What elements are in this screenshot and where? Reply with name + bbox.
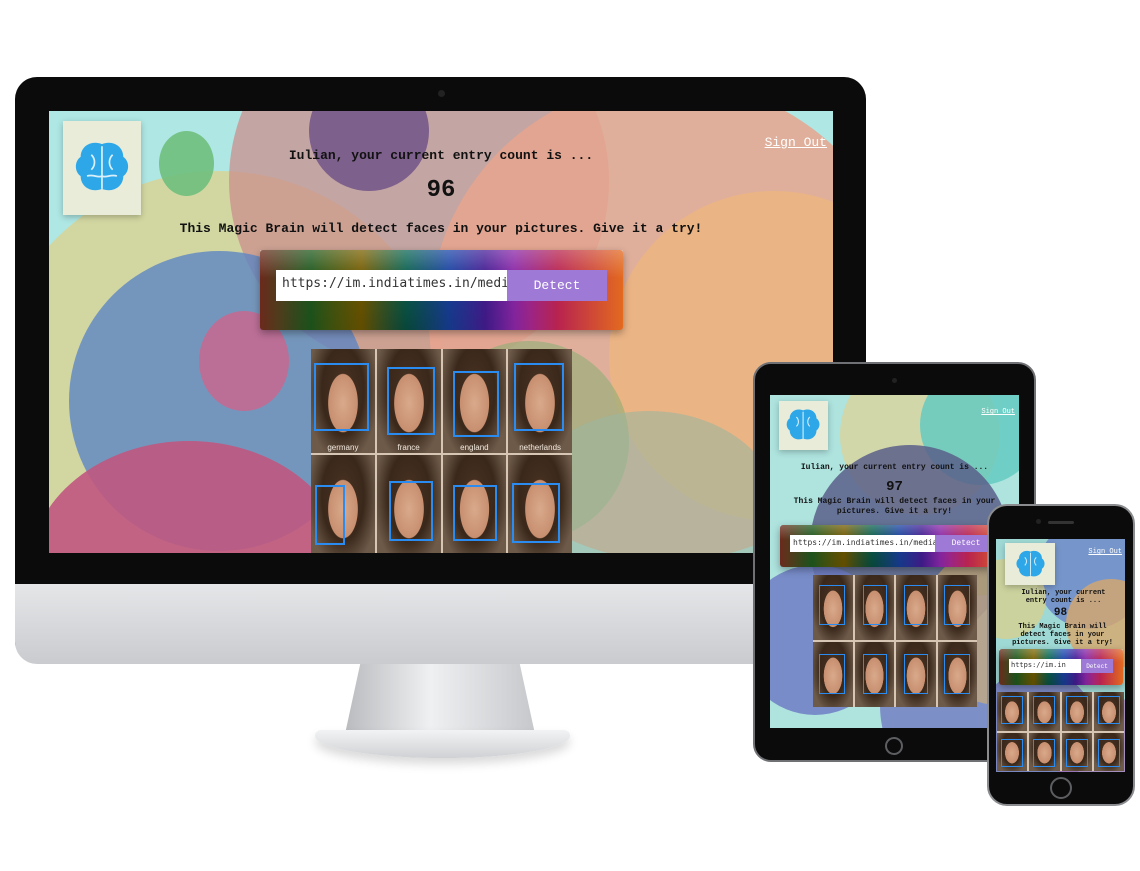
face-cell <box>854 575 894 640</box>
face-bounding-box <box>1097 738 1120 767</box>
image-url-form: https://im.indiatimes.in/media/ Detect <box>260 250 623 330</box>
face-cell <box>937 642 977 707</box>
sign-out-link[interactable]: Sign Out <box>981 408 1015 416</box>
face-bounding-box <box>904 654 928 694</box>
face-cell <box>813 642 853 707</box>
face-bounding-box <box>452 485 497 541</box>
face-cell: france <box>376 349 441 453</box>
face-cell: germany <box>311 349 375 453</box>
face-cell <box>854 642 894 707</box>
face-bounding-box <box>862 585 887 625</box>
sign-out-link[interactable]: Sign Out <box>1088 548 1122 556</box>
phone-home-button <box>1050 777 1072 799</box>
face-bounding-box <box>1001 696 1023 724</box>
face-cell <box>311 455 375 553</box>
face-caption: netherlands <box>519 443 562 452</box>
monitor-chin <box>15 584 866 664</box>
entry-count-value: 98 <box>1053 607 1068 619</box>
tagline: This Magic Brain will detect faces in yo… <box>179 221 703 236</box>
face-bounding-box <box>452 371 499 437</box>
face-bounding-box <box>386 367 435 435</box>
face-cell <box>813 575 853 640</box>
entry-count-label: Iulian, your current entry count is ... <box>1021 589 1106 605</box>
brain-logo[interactable] <box>1005 543 1055 585</box>
face-bounding-box <box>1033 738 1056 767</box>
entry-count-label: Iulian, your current entry count is ... <box>288 148 594 163</box>
phone-speaker <box>1048 521 1074 524</box>
monitor-camera <box>438 90 445 97</box>
face-bounding-box <box>388 481 433 541</box>
image-url-input[interactable]: https://im.indiatimes.in/media/ <box>790 535 935 552</box>
face-bounding-box <box>1033 696 1056 724</box>
phone-screen: Sign Out Iulian, your current entry coun… <box>996 539 1125 772</box>
face-caption: germany <box>327 443 359 452</box>
face-cell <box>1061 692 1092 731</box>
face-cell <box>1029 692 1060 731</box>
face-bounding-box <box>819 585 845 625</box>
tablet-screen: Sign Out Iulian, your current entry coun… <box>770 395 1019 728</box>
image-url-form: https://im.indiatimes.in/media/ Detect <box>780 525 1009 567</box>
face-bounding-box <box>512 483 561 543</box>
face-cell <box>896 575 936 640</box>
face-image <box>997 692 1124 771</box>
face-caption: england <box>460 443 489 452</box>
face-bounding-box <box>1065 696 1088 724</box>
face-cell <box>896 642 936 707</box>
desktop-screen: Sign Out Iulian, your current entry coun… <box>49 111 833 553</box>
entry-count-label: Iulian, your current entry count is ... <box>800 463 989 472</box>
face-bounding-box <box>514 363 565 431</box>
brain-icon <box>1015 550 1045 577</box>
face-image: germany france england netherlands <box>311 349 572 553</box>
tagline: This Magic Brain will detect faces in yo… <box>793 497 996 516</box>
face-caption: france <box>397 443 420 452</box>
monitor-stand <box>345 664 535 734</box>
detect-button[interactable]: Detect <box>507 270 607 301</box>
face-cell <box>1093 732 1124 771</box>
face-image <box>813 575 977 707</box>
tablet-camera <box>892 378 897 383</box>
face-cell: netherlands <box>508 349 572 453</box>
face-cell <box>508 455 572 553</box>
face-bounding-box <box>1097 696 1120 724</box>
face-bounding-box <box>819 654 845 694</box>
image-url-input[interactable]: https://im.indiatimes.in/media/ <box>276 270 507 301</box>
face-bounding-box <box>943 654 970 694</box>
face-cell <box>1093 692 1124 731</box>
image-url-form: https://im.in Detect <box>999 649 1123 685</box>
face-cell <box>376 455 441 553</box>
face-cell: england <box>442 349 507 453</box>
detect-button[interactable]: Detect <box>1081 659 1113 673</box>
face-cell <box>1029 732 1060 771</box>
face-cell <box>997 692 1028 731</box>
tablet-home-button <box>885 737 903 755</box>
brain-logo[interactable] <box>779 401 828 450</box>
entry-count-value: 97 <box>886 479 903 495</box>
face-bounding-box <box>904 585 928 625</box>
face-bounding-box <box>943 585 970 625</box>
face-bounding-box <box>862 654 887 694</box>
entry-count-value: 96 <box>426 177 456 204</box>
face-cell <box>937 575 977 640</box>
image-url-input[interactable]: https://im.in <box>1009 659 1081 673</box>
monitor-stand-base <box>315 730 570 758</box>
face-cell <box>997 732 1028 771</box>
face-bounding-box <box>315 485 345 545</box>
brain-icon <box>787 409 820 440</box>
face-bounding-box <box>314 363 369 431</box>
face-bounding-box <box>1065 738 1088 767</box>
phone-camera <box>1036 519 1041 524</box>
face-cell <box>1061 732 1092 771</box>
face-cell <box>442 455 507 553</box>
tagline: This Magic Brain will detect faces in yo… <box>1012 623 1113 647</box>
face-bounding-box <box>1001 738 1023 767</box>
